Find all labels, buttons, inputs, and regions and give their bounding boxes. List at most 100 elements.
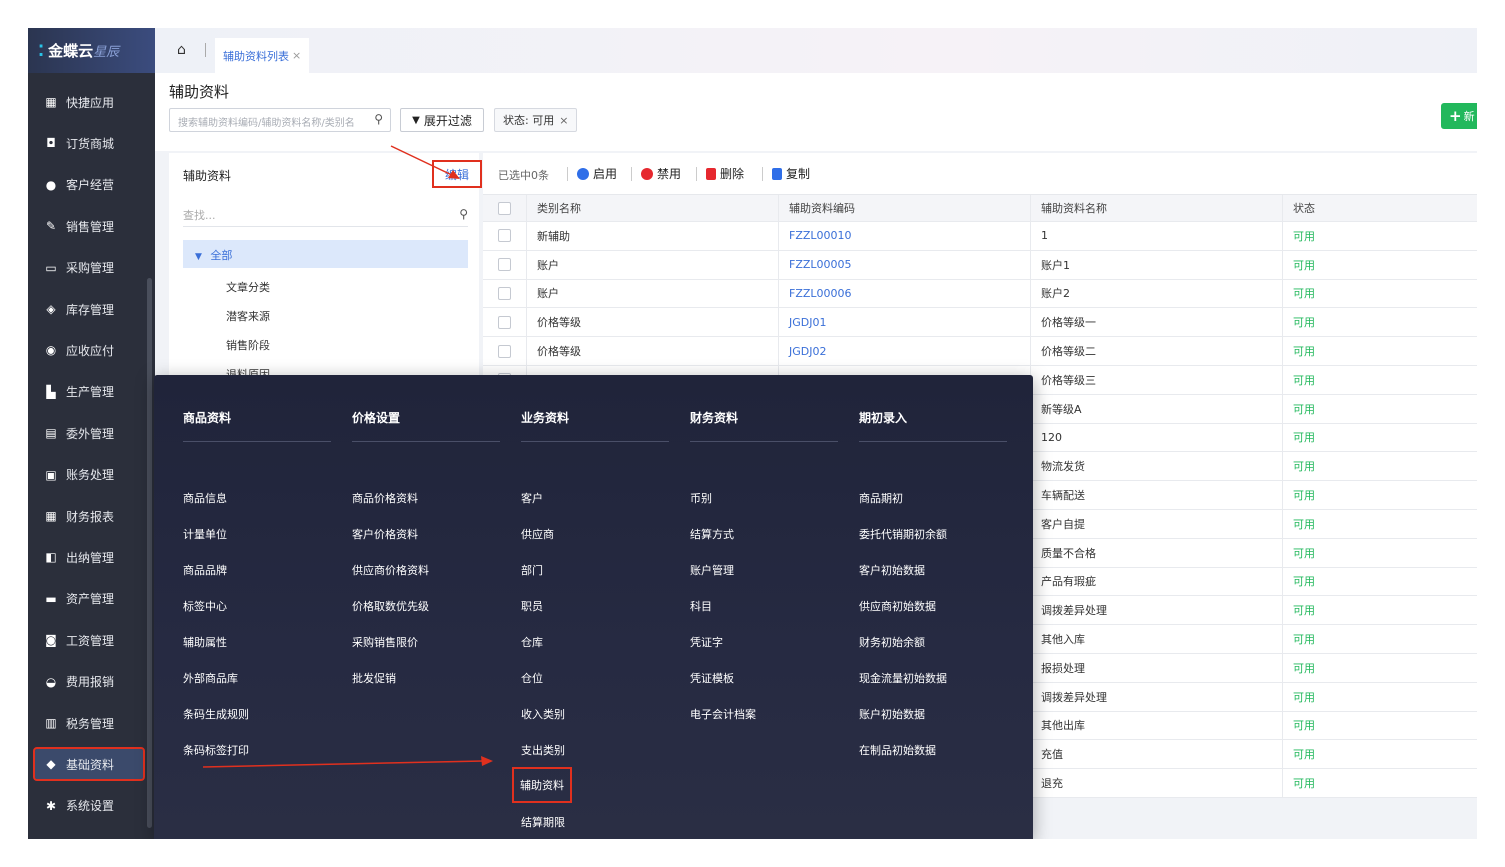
menu-item[interactable]: 外部商品库 [183,670,238,686]
column-header-category[interactable]: 类别名称 [527,195,779,221]
sidebar-item[interactable]: ▦ 财务报表 [28,501,155,531]
column-header-status[interactable]: 状态 [1283,195,1477,221]
menu-item[interactable]: 供应商 [521,526,554,542]
column-header-code[interactable]: 辅助资料编码 [779,195,1031,221]
menu-item[interactable]: 币别 [690,490,712,506]
menu-item[interactable]: 条码生成规则 [183,706,249,722]
row-code-cell[interactable]: JGDJ01 [779,308,1031,337]
menu-item[interactable]: 委托代销期初余额 [859,526,947,542]
table-row[interactable]: 价格等级 JGDJ02 价格等级二 可用 [483,337,1477,366]
menu-item[interactable]: 商品价格资料 [352,490,418,506]
table-row[interactable]: 账户 FZZL00006 账户2 可用 [483,279,1477,309]
menu-item[interactable]: 供应商价格资料 [352,562,429,578]
menu-item[interactable]: 账户初始数据 [859,706,925,722]
menu-item[interactable]: 商品期初 [859,490,903,506]
sidebar-item[interactable]: ▭ 采购管理 [28,253,155,283]
sidebar-item[interactable]: ▤ 委外管理 [28,418,155,448]
search-input[interactable]: 搜索辅助资料编码/辅助资料名称/类别名 ⚲ [169,108,391,132]
table-row[interactable]: 价格等级 JGDJ01 价格等级一 可用 [483,308,1477,338]
menu-item[interactable]: 支出类别 [521,742,565,758]
menu-item[interactable]: 仓库 [521,634,543,650]
sidebar-item[interactable]: ◙ 工资管理 [28,625,155,655]
tree-node[interactable]: 潜客来源 [226,308,270,324]
sidebar-scrollbar[interactable] [147,278,152,828]
menu-item[interactable]: 商品品牌 [183,562,227,578]
row-select-cell[interactable] [483,308,527,337]
caret-down-icon[interactable]: ▼ [195,252,202,262]
menu-item[interactable]: 客户价格资料 [352,526,418,542]
row-select-cell[interactable] [483,250,527,279]
status-tag-close-icon[interactable]: × [559,114,568,127]
menu-item[interactable]: 收入类别 [521,706,565,722]
table-row[interactable]: 新辅助 FZZL00010 1 可用 [483,222,1477,251]
menu-item[interactable]: 部门 [521,562,543,578]
menu-item[interactable]: 财务初始余额 [859,634,925,650]
row-code-cell[interactable]: JGDJ02 [779,337,1031,365]
tab-aux-data-list[interactable]: 辅助资料列表 × [215,38,310,73]
app-logo[interactable]: ⁚ 金蝶云 星辰 [28,28,155,73]
tree-node[interactable]: 文章分类 [226,279,270,295]
menu-item[interactable]: 辅助属性 [183,634,227,650]
menu-item[interactable]: 凭证字 [690,634,723,650]
delete-button[interactable]: 删除 [706,165,744,182]
row-code-cell[interactable]: FZZL00005 [779,250,1031,279]
sidebar-item[interactable]: ◧ 出纳管理 [28,542,155,572]
sidebar-item[interactable]: ◈ 库存管理 [28,294,155,324]
menu-item[interactable]: 价格取数优先级 [352,598,429,614]
row-select-cell[interactable] [483,337,527,365]
row-checkbox[interactable] [498,229,511,243]
sidebar-item[interactable]: ▬ 资产管理 [28,584,155,614]
row-code-cell[interactable]: FZZL00010 [779,222,1031,250]
menu-item[interactable]: 结算方式 [690,526,734,542]
tree-node[interactable]: 销售阶段 [226,337,270,353]
sidebar-item[interactable]: ✎ 销售管理 [28,211,155,241]
sidebar-item[interactable]: ▙ 生产管理 [28,377,155,407]
sidebar-item[interactable]: ◉ 应收应付 [28,335,155,365]
sidebar-item[interactable]: ◒ 费用报销 [28,667,155,697]
menu-item[interactable]: 电子会计档案 [690,706,756,722]
select-all-checkbox[interactable] [498,201,511,215]
sidebar-item[interactable]: ◘ 订货商城 [28,128,155,158]
row-checkbox[interactable] [498,286,511,300]
column-header-name[interactable]: 辅助资料名称 [1031,195,1283,221]
menu-item[interactable]: 批发促销 [352,670,396,686]
menu-item[interactable]: 现金流量初始数据 [859,670,947,686]
sidebar-item[interactable]: ▥ 税务管理 [28,708,155,738]
table-row[interactable]: 账户 FZZL00005 账户1 可用 [483,250,1477,280]
tree-node-all[interactable]: ▼ 全部 [183,240,468,268]
sidebar-item[interactable]: ▣ 账务处理 [28,460,155,490]
row-checkbox[interactable] [498,315,511,329]
menu-item[interactable]: 标签中心 [183,598,227,614]
sidebar-item[interactable]: ◆ 基础资料 [33,747,145,782]
enable-button[interactable]: 启用 [577,165,617,182]
category-search-input[interactable]: 查找... ⚲ [183,203,468,227]
menu-item[interactable]: 供应商初始数据 [859,598,936,614]
menu-item[interactable]: 职员 [521,598,543,614]
menu-item[interactable]: 科目 [690,598,712,614]
disable-button[interactable]: 禁用 [641,165,681,182]
sidebar-item[interactable]: ● 客户经营 [28,170,155,200]
menu-item[interactable]: 计量单位 [183,526,227,542]
copy-button[interactable]: 复制 [772,165,810,182]
new-button[interactable]: + 新 [1441,103,1477,129]
sidebar-item[interactable]: ✱ 系统设置 [28,791,155,821]
menu-item[interactable]: 辅助资料 [512,767,572,803]
menu-item[interactable]: 采购销售限价 [352,634,418,650]
menu-item[interactable]: 在制品初始数据 [859,742,936,758]
menu-item[interactable]: 仓位 [521,670,543,686]
expand-filter-button[interactable]: ▼ 展开过滤 [400,108,484,132]
search-icon[interactable]: ⚲ [459,207,468,221]
select-all-cell[interactable] [483,195,527,221]
home-icon[interactable]: ⌂ [177,42,186,58]
menu-item[interactable]: 客户 [521,490,543,506]
sidebar-item[interactable]: ▦ 快捷应用 [28,87,155,117]
menu-item[interactable]: 客户初始数据 [859,562,925,578]
menu-item[interactable]: 结算期限 [521,814,565,830]
menu-item[interactable]: 凭证模板 [690,670,734,686]
menu-item[interactable]: 商品信息 [183,490,227,506]
search-icon[interactable]: ⚲ [374,112,383,126]
menu-item[interactable]: 账户管理 [690,562,734,578]
row-checkbox[interactable] [498,258,511,272]
row-select-cell[interactable] [483,222,527,250]
tab-close-icon[interactable]: × [292,49,301,62]
